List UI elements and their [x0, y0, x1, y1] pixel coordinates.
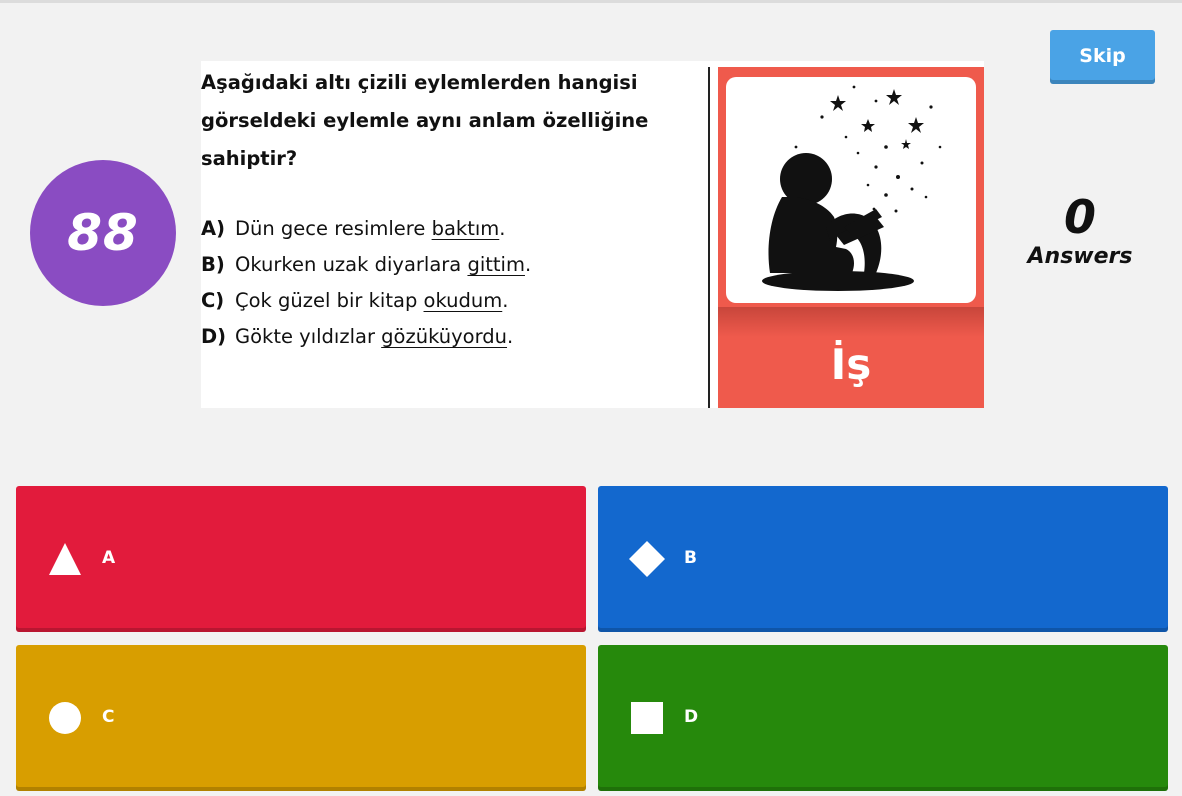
- answer-label-b: B: [684, 548, 697, 568]
- answer-button-a[interactable]: A: [16, 486, 586, 632]
- answers-label: Answers: [1027, 244, 1133, 269]
- answer-label-c: C: [102, 707, 115, 727]
- diamond-icon: [629, 541, 665, 577]
- option-a: A) Dün gece resimlere baktım.: [201, 217, 506, 240]
- underlined-verb: gözüküyordu: [381, 325, 508, 348]
- underlined-verb: baktım: [431, 217, 500, 240]
- question-image: Aşağıdaki altı çizili eylemlerden hangis…: [201, 61, 984, 408]
- underlined-verb: gittim: [467, 253, 525, 276]
- answers-counter: 0 Answers: [1010, 190, 1150, 270]
- reading-child-icon: [762, 85, 942, 291]
- card-shadow: [718, 307, 984, 337]
- answer-button-c[interactable]: C: [16, 645, 586, 791]
- card-label: İş: [830, 340, 872, 389]
- answer-button-b[interactable]: B: [598, 486, 1168, 632]
- circle-icon: [47, 700, 83, 736]
- underlined-verb: okudum: [423, 289, 503, 312]
- answer-button-d[interactable]: D: [598, 645, 1168, 791]
- countdown-timer: 88: [30, 160, 176, 306]
- option-c: C) Çok güzel bir kitap okudum.: [201, 289, 509, 312]
- triangle-icon: [47, 541, 83, 577]
- reading-child-illustration: [726, 77, 976, 303]
- option-d: D) Gökte yıldızlar gözüküyordu.: [201, 325, 514, 348]
- square-icon: [629, 700, 665, 736]
- answer-label-d: D: [684, 707, 699, 727]
- answers-count: 0: [1063, 190, 1096, 244]
- question-options: A) Dün gece resimlere baktım. B) Okurken u…: [201, 211, 701, 355]
- answer-label-a: A: [102, 548, 116, 568]
- timer-value: 88: [67, 204, 139, 262]
- option-b: B) Okurken uzak diyarlara gittim.: [201, 253, 532, 276]
- top-border: [0, 0, 1182, 3]
- skip-button[interactable]: Skip: [1050, 30, 1155, 84]
- divider-line: [708, 67, 710, 408]
- question-text: Aşağıdaki altı çizili eylemlerden hangis…: [201, 71, 649, 170]
- illustration-card: İş: [718, 67, 984, 408]
